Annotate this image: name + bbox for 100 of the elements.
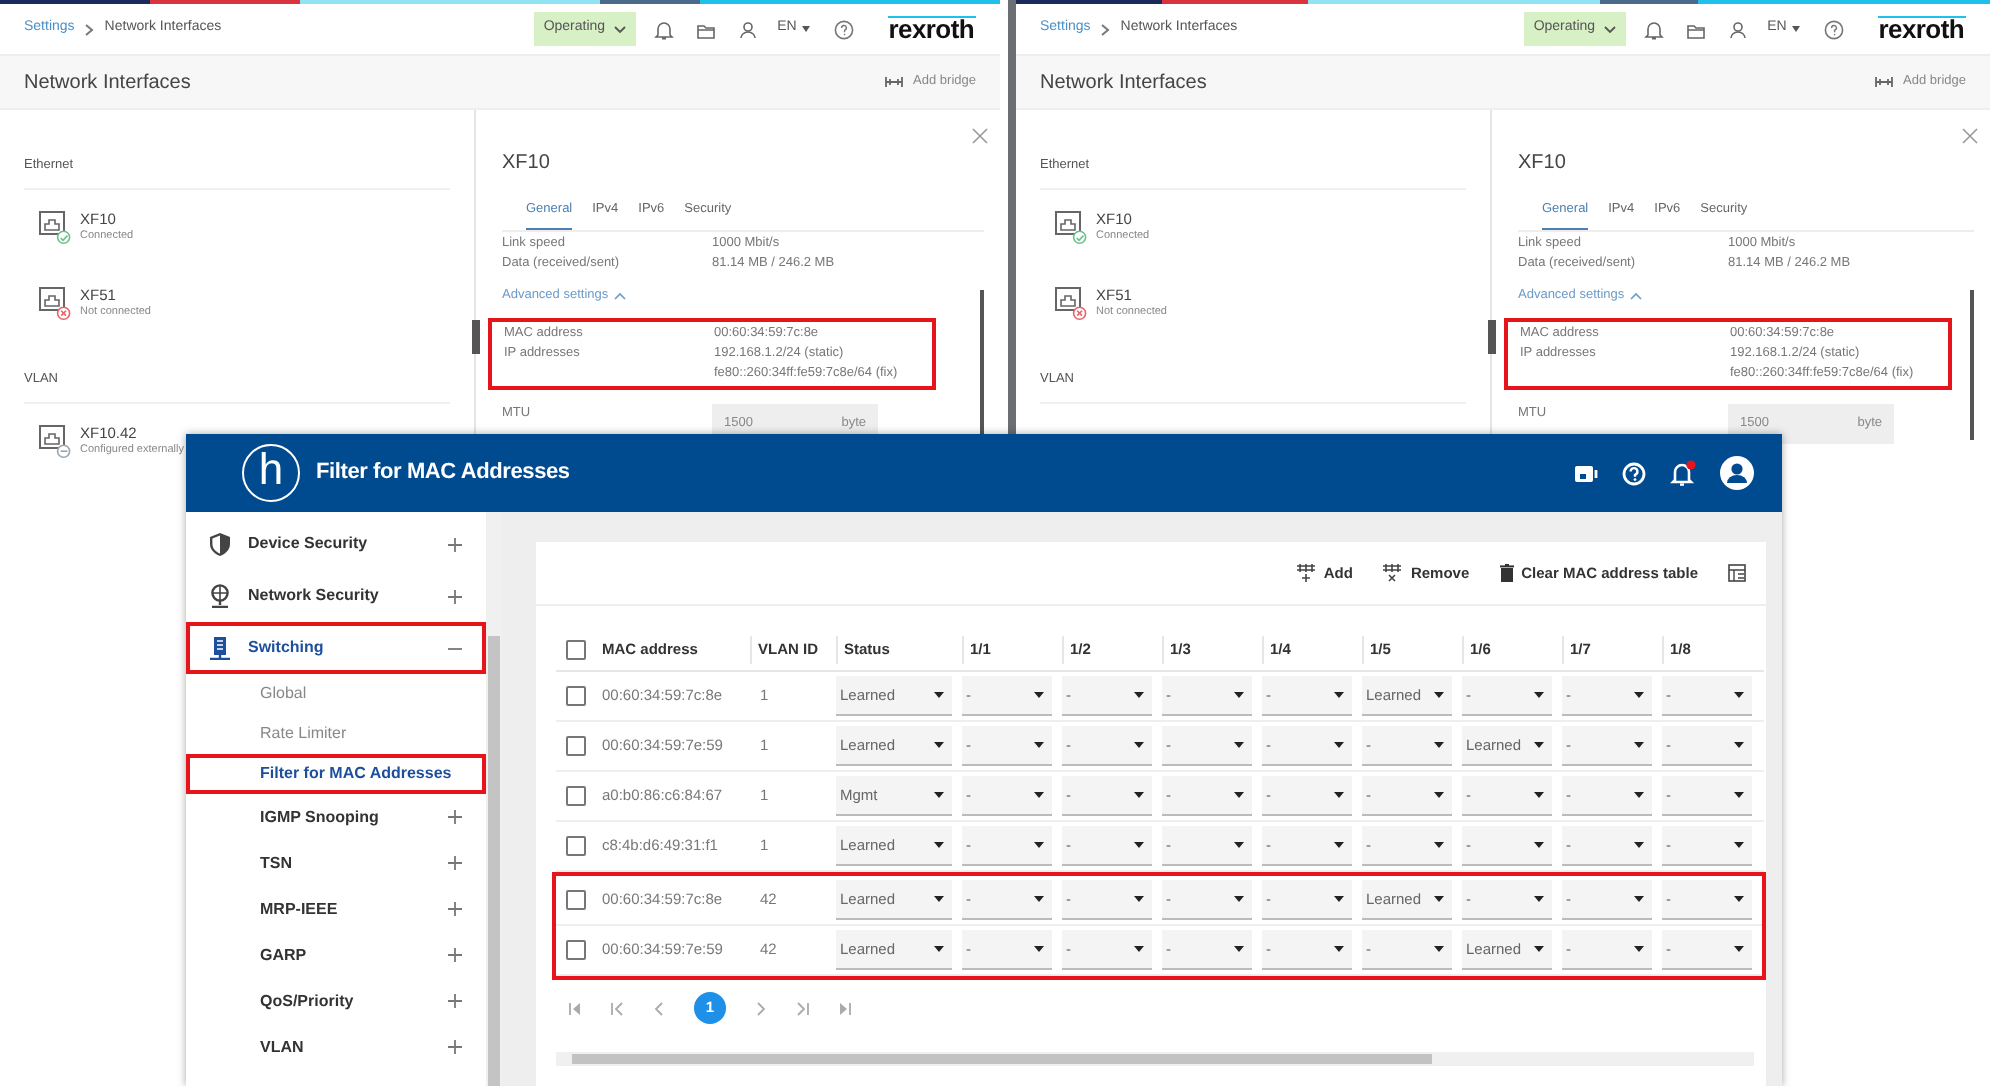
nav-item[interactable]: MRP-IEEE: [186, 886, 486, 932]
caret-icon: [934, 792, 944, 798]
scrollbar-thumb[interactable]: [980, 290, 984, 440]
caret-icon: [1334, 792, 1344, 798]
nav-item[interactable]: Device Security: [186, 518, 486, 570]
device-save-icon[interactable]: [1574, 463, 1598, 483]
detail-title: XF10: [502, 152, 552, 176]
plus-icon[interactable]: [448, 810, 462, 824]
caret-icon: [1034, 946, 1044, 952]
plus-icon[interactable]: [448, 537, 462, 551]
caret-icon: [1234, 742, 1244, 748]
nav-item[interactable]: Global: [186, 674, 486, 714]
caret-icon: [1534, 946, 1544, 952]
caret-icon: [1134, 946, 1144, 952]
caret-icon: [934, 842, 944, 848]
horizontal-scrollbar[interactable]: [556, 1052, 1754, 1066]
caret-icon: [1634, 742, 1644, 748]
bell-icon[interactable]: [653, 19, 674, 39]
detail-title: XF10: [1518, 152, 1568, 176]
caret-icon: [1534, 742, 1544, 748]
ethernet-connected-icon: [1054, 209, 1088, 244]
brand-logo: rexroth: [1878, 16, 1966, 42]
account-icon[interactable]: [1720, 456, 1754, 490]
chevron-right-icon: [1100, 23, 1111, 35]
next-page-icon[interactable]: [754, 1001, 768, 1015]
caret-icon: [1234, 946, 1244, 952]
caret-icon: [1234, 896, 1244, 902]
folder-icon[interactable]: [695, 19, 716, 39]
last-page-icon[interactable]: [838, 1001, 852, 1015]
close-icon[interactable]: [972, 128, 988, 144]
page-title: Network Interfaces: [1040, 69, 1207, 97]
skip-back-icon[interactable]: [610, 1001, 624, 1015]
checkbox[interactable]: [566, 736, 586, 756]
table-add-icon: [1295, 564, 1316, 582]
help-icon[interactable]: [1824, 19, 1845, 39]
checkbox[interactable]: [566, 786, 586, 806]
table-export-icon[interactable]: [1728, 564, 1746, 582]
plus-icon[interactable]: [448, 589, 462, 603]
caret-icon: [1434, 946, 1444, 952]
caret-icon: [1334, 692, 1344, 698]
skip-forward-icon[interactable]: [796, 1001, 810, 1015]
folder-icon[interactable]: [1685, 19, 1706, 39]
previous-page-icon[interactable]: [652, 1001, 666, 1015]
caret-icon: [934, 742, 944, 748]
close-icon[interactable]: [1962, 128, 1978, 144]
caret-icon: [1334, 946, 1344, 952]
nav-item[interactable]: Filter for MAC Addresses: [186, 754, 486, 794]
table-remove-icon: [1382, 564, 1403, 582]
checkbox[interactable]: [566, 639, 586, 659]
plus-icon[interactable]: [448, 856, 462, 870]
nav-item[interactable]: TSN: [186, 840, 486, 886]
caret-icon: [1134, 842, 1144, 848]
caret-icon: [1534, 842, 1544, 848]
caret-icon: [1734, 842, 1744, 848]
caret-icon: [1034, 896, 1044, 902]
splitter-handle[interactable]: [472, 320, 480, 354]
splitter-handle[interactable]: [1488, 320, 1496, 354]
bell-icon[interactable]: [1643, 19, 1664, 39]
chevron-up-icon: [1630, 291, 1643, 300]
first-page-icon[interactable]: [568, 1001, 582, 1015]
nav-item[interactable]: VLAN: [186, 1024, 486, 1070]
caret-icon: [1634, 692, 1644, 698]
scrollbar-thumb[interactable]: [1970, 290, 1974, 440]
user-icon[interactable]: [1727, 19, 1748, 39]
plus-icon[interactable]: [448, 994, 462, 1008]
scrollbar-thumb[interactable]: [488, 636, 500, 1086]
nav-item[interactable]: Rate Limiter: [186, 714, 486, 754]
caret-icon: [1134, 742, 1144, 748]
help-icon[interactable]: [834, 19, 855, 39]
checkbox[interactable]: [566, 890, 586, 910]
nav-item[interactable]: GARP: [186, 932, 486, 978]
plus-icon[interactable]: [448, 948, 462, 962]
ethernet-disconnected-icon: [38, 285, 72, 320]
ethernet-port-icon: [38, 423, 72, 457]
nav-item[interactable]: Network Security: [186, 570, 486, 622]
caret-icon: [1534, 896, 1544, 902]
caret-icon: [1534, 692, 1544, 698]
bridge-icon: [883, 76, 904, 88]
caret-icon: [1334, 742, 1344, 748]
caret-icon: [1734, 946, 1744, 952]
checkbox[interactable]: [566, 686, 586, 706]
caret-icon: [1434, 896, 1444, 902]
globe-network-icon: [208, 584, 232, 608]
plus-icon[interactable]: [448, 1040, 462, 1054]
nav-item[interactable]: Switching: [186, 622, 486, 674]
brand-logo: rexroth: [888, 16, 976, 42]
checkbox[interactable]: [566, 940, 586, 960]
nav-item[interactable]: IGMP Snooping: [186, 794, 486, 840]
scrollbar-thumb[interactable]: [572, 1054, 1432, 1064]
checkbox[interactable]: [566, 836, 586, 856]
caret-icon: [1634, 792, 1644, 798]
caret-icon: [1434, 792, 1444, 798]
user-icon[interactable]: [737, 19, 758, 39]
nav-item[interactable]: QoS/Priority: [186, 978, 486, 1024]
shield-icon: [208, 532, 232, 556]
chevron-down-icon: [1603, 25, 1616, 33]
caret-icon: [1634, 842, 1644, 848]
caret-icon: [1734, 692, 1744, 698]
caret-icon: [1634, 896, 1644, 902]
plus-icon[interactable]: [448, 902, 462, 916]
